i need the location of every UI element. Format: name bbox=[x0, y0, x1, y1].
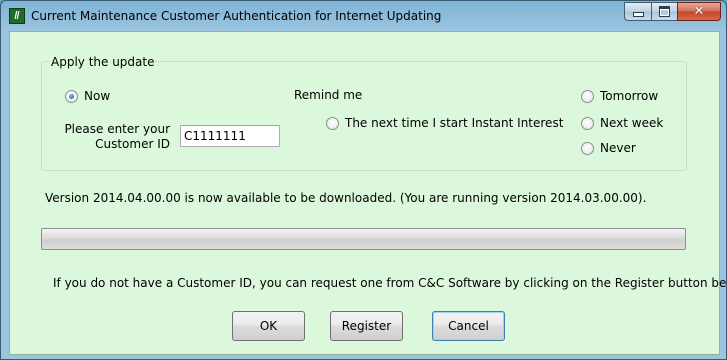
cancel-button[interactable]: Cancel bbox=[432, 311, 505, 341]
remind-never-label: Never bbox=[600, 141, 636, 155]
minimize-button[interactable] bbox=[624, 2, 651, 21]
register-info-text: If you do not have a Customer ID, you ca… bbox=[53, 276, 727, 290]
remind-next-start-radio[interactable] bbox=[326, 117, 339, 130]
customer-id-label-line2: Customer ID bbox=[95, 137, 170, 151]
maximize-icon bbox=[659, 6, 670, 17]
maximize-button[interactable] bbox=[651, 2, 677, 21]
remind-next-start-label: The next time I start Instant Interest bbox=[345, 116, 564, 130]
close-button[interactable]: ✕ bbox=[677, 2, 721, 21]
app-logo-icon: ǁ bbox=[9, 8, 25, 24]
caption-buttons: ✕ bbox=[624, 2, 721, 22]
register-button[interactable]: Register bbox=[330, 311, 403, 341]
close-icon: ✕ bbox=[693, 4, 705, 19]
groupbox-label: Apply the update bbox=[50, 55, 156, 69]
version-message: Version 2014.04.00.00 is now available t… bbox=[45, 191, 647, 205]
now-label: Now bbox=[84, 89, 111, 103]
remind-tomorrow-radio[interactable] bbox=[581, 90, 594, 103]
minimize-icon bbox=[632, 12, 644, 17]
remind-never-radio[interactable] bbox=[581, 142, 594, 155]
customer-id-label-line1: Please enter your bbox=[64, 122, 170, 136]
remind-tomorrow-label: Tomorrow bbox=[600, 89, 659, 103]
customer-id-label: Please enter your Customer ID bbox=[50, 122, 170, 152]
title-bar[interactable]: ǁ Current Maintenance Customer Authentic… bbox=[1, 1, 726, 31]
window-title: Current Maintenance Customer Authenticat… bbox=[31, 9, 442, 23]
remind-me-label: Remind me bbox=[294, 88, 363, 102]
customer-id-input[interactable] bbox=[180, 125, 280, 147]
ok-button[interactable]: OK bbox=[232, 311, 305, 341]
download-progress-bar bbox=[41, 228, 686, 250]
dialog-body: Apply the update Now Please enter your C… bbox=[9, 31, 727, 355]
remind-next-week-label: Next week bbox=[600, 116, 664, 130]
dialog-window: ǁ Current Maintenance Customer Authentic… bbox=[0, 0, 727, 360]
now-radio[interactable] bbox=[65, 90, 78, 103]
remind-next-week-radio[interactable] bbox=[581, 117, 594, 130]
